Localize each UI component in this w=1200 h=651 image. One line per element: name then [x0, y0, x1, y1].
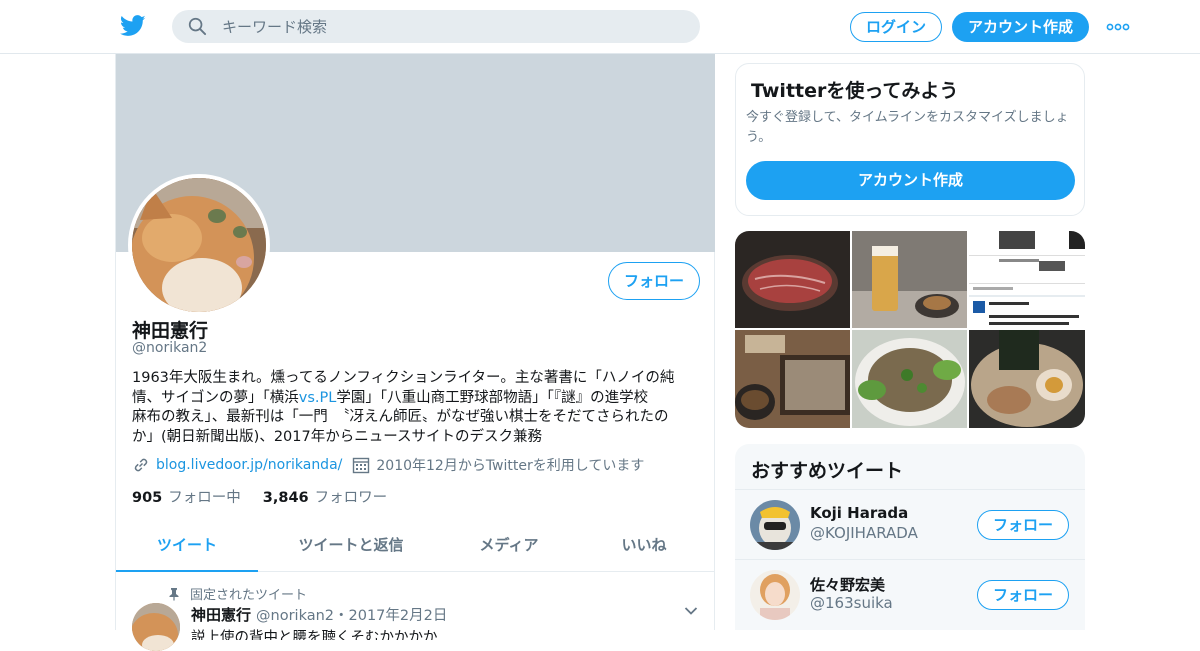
- media-thumbnail-beer[interactable]: [852, 231, 967, 328]
- followers-stat[interactable]: 3,846 フォロワー: [263, 486, 387, 507]
- followers-count: 3,846: [262, 490, 309, 506]
- tweet-avatar[interactable]: [132, 603, 180, 651]
- media-grid: [735, 231, 1085, 428]
- recommended-user[interactable]: 佐々野宏美 @163suika フォロー: [735, 559, 1085, 629]
- profile-meta: blog.livedoor.jp/norikanda/ 2010年12月からTw…: [132, 454, 644, 476]
- tweet-text: 説上使の背中と腰を聴くそむかかかか: [191, 630, 438, 640]
- chevron-down-icon[interactable]: [684, 606, 698, 616]
- media-thumbnail-steak[interactable]: [735, 231, 850, 328]
- recommended-user-name[interactable]: 佐々野宏美: [810, 574, 885, 595]
- tweet-header: 神田憲行 @norikan2・2017年2月2日: [191, 604, 447, 625]
- profile-bio: 1963年大阪生まれ。燻ってるノンフィクションライター。主な著書に「ハノイの純 …: [132, 369, 702, 447]
- search-icon: [188, 17, 207, 36]
- following-count: 905: [132, 490, 163, 506]
- tab-tweets-and-replies[interactable]: ツイートと返信: [258, 522, 444, 572]
- recommended-title: おすすめツイート: [751, 460, 904, 482]
- bio-text: か」(朝日新聞出版)、2017年からニュースサイトのデスク兼務: [132, 428, 542, 445]
- calendar-icon: [353, 457, 370, 474]
- media-thumbnail-ramen[interactable]: [969, 330, 1085, 428]
- recommended-user[interactable]: Koji Harada @KOJIHARADA フォロー: [735, 489, 1085, 559]
- profile-avatar[interactable]: [128, 174, 270, 316]
- link-icon: [134, 458, 148, 472]
- media-thumbnail-app-screenshot[interactable]: [969, 231, 1085, 328]
- signup-card-button[interactable]: アカウント作成: [746, 161, 1075, 200]
- profile-name[interactable]: 神田憲行: [132, 316, 208, 343]
- profile-tabs: ツイート ツイートと返信 メディア いいね: [116, 522, 715, 572]
- avatar[interactable]: [750, 570, 800, 620]
- signup-card-subtitle: 今すぐ登録して、タイムラインをカスタマイズしましょう。: [746, 110, 1069, 145]
- profile-handle[interactable]: @norikan2: [132, 340, 207, 356]
- recommended-user-name[interactable]: Koji Harada: [810, 504, 908, 522]
- bio-text: 1963年大阪生まれ。燻ってるノンフィクションライター。主な著書に「ハノイの純: [132, 370, 675, 386]
- signup-button[interactable]: アカウント作成: [952, 12, 1089, 42]
- recommended-tweets: おすすめツイート Koji Harada @KOJIHARADA フォロー 佐々…: [735, 444, 1085, 630]
- bio-text: 情、サイゴンの夢」「横浜: [132, 389, 299, 406]
- login-button[interactable]: ログイン: [850, 12, 942, 42]
- signup-card: Twitterを使ってみよう 今すぐ登録して、タイムラインをカスタマイズしましょ…: [735, 63, 1085, 216]
- tab-media[interactable]: メディア: [444, 522, 574, 572]
- twitter-bird-icon[interactable]: [120, 14, 146, 38]
- follow-button[interactable]: フォロー: [977, 580, 1069, 610]
- tab-tweets[interactable]: ツイート: [116, 522, 258, 572]
- tweet-author-name[interactable]: 神田憲行: [191, 604, 251, 625]
- media-thumbnail-salad[interactable]: [852, 330, 967, 428]
- pin-icon: [169, 587, 179, 600]
- tweet-meta[interactable]: @norikan2・2017年2月2日: [256, 604, 447, 625]
- cat-photo: [132, 603, 180, 651]
- recommended-user-handle[interactable]: @163suika: [810, 594, 893, 612]
- signup-card-title: Twitterを使ってみよう: [751, 80, 959, 102]
- recommended-user-handle[interactable]: @KOJIHARADA: [810, 524, 918, 542]
- tab-likes[interactable]: いいね: [574, 522, 714, 572]
- following-stat[interactable]: 905 フォロー中: [132, 486, 241, 507]
- more-options-icon[interactable]: [1106, 22, 1130, 32]
- joined-date: 2010年12月からTwitterを利用しています: [376, 458, 645, 474]
- following-label: フォロー中: [168, 490, 241, 506]
- profile-column: フォロー 神田憲行 @norikan2 1963年大阪生まれ。燻ってるノンフィク…: [115, 54, 715, 651]
- bio-link-vs-pl[interactable]: vs.PL: [299, 390, 337, 406]
- follow-button[interactable]: フォロー: [608, 262, 700, 300]
- cat-photo: [132, 178, 266, 312]
- search-input[interactable]: [222, 10, 682, 43]
- profile-url-link[interactable]: blog.livedoor.jp/norikanda/: [156, 457, 342, 473]
- follow-counts: 905 フォロー中 3,846 フォロワー: [132, 486, 387, 507]
- bio-text: 麻布の教え」、最新刊は「一門 〝冴えん師匠〟がなぜ強い棋士をそだてさられたの: [132, 409, 669, 425]
- search-bar[interactable]: [172, 10, 700, 43]
- top-nav: ログイン アカウント作成: [0, 0, 1200, 54]
- media-thumbnail-soba[interactable]: [735, 330, 850, 428]
- pinned-label: 固定されたツイート: [190, 588, 308, 603]
- follow-button[interactable]: フォロー: [977, 510, 1069, 540]
- bio-text: 学園」「八重山商工野球部物語」「『謎』の進学校: [336, 389, 649, 406]
- avatar[interactable]: [750, 500, 800, 550]
- followers-label: フォロワー: [314, 490, 388, 506]
- pinned-indicator: 固定されたツイート: [168, 584, 307, 603]
